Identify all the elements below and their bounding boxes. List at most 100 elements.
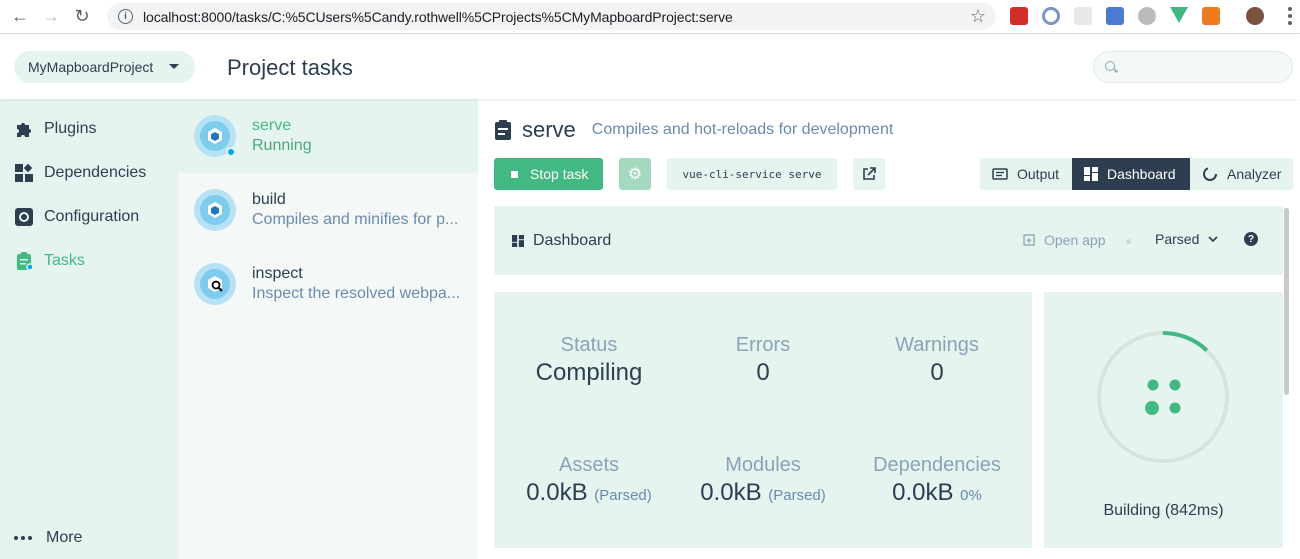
stop-task-button[interactable]: Stop task [494,158,603,190]
stat-label: Modules [725,454,801,476]
task-item-build[interactable]: build Compiles and minifies for p... [178,173,478,247]
stat-label: Warnings [895,334,979,356]
task-description: Compiles and minifies for p... [252,211,459,228]
separator-dot [1126,239,1131,244]
site-info-icon[interactable]: i [118,9,133,24]
vertical-scrollbar[interactable] [1284,208,1289,395]
tab-dashboard[interactable]: Dashboard [1072,158,1190,190]
open-app-button[interactable]: Open app [1023,232,1106,248]
sidebar-item-label: Plugins [44,120,97,137]
sidebar-item-label: Dependencies [44,164,147,181]
project-selector[interactable]: MyMapboardProject [14,51,195,83]
more-dots-icon [14,536,32,540]
output-icon [992,168,1008,180]
page-title: Project tasks [227,55,353,80]
task-header: serve Compiles and hot-reloads for devel… [494,117,893,143]
app-header: MyMapboardProject Project tasks [0,35,1300,99]
stat-assets: Assets 0.0kB (Parsed) [499,454,679,507]
dashboard-title: Dashboard [512,232,611,250]
puzzle-icon [14,119,34,139]
task-name: serve [252,117,292,134]
extension-note-icon[interactable] [1074,7,1092,25]
address-bar[interactable]: i localhost:8000/tasks/C:%5CUsers%5Candy… [107,3,996,30]
tab-label: Output [1017,166,1060,182]
bookmark-star-icon[interactable]: ☆ [970,6,986,27]
open-in-new-icon [863,167,876,180]
stat-dependencies: Dependencies 0.0kB 0% [847,454,1027,507]
open-external-button[interactable] [853,158,885,190]
stat-label: Dependencies [873,454,1001,476]
view-tabs: Output Dashboard Analyzer [980,158,1293,190]
task-name: build [252,191,286,208]
stat-size-mode: (Parsed) [768,487,826,504]
gear-icon: ⚙ [627,166,643,183]
build-progress-panel: Building (842ms) [1044,292,1283,548]
settings-icon [14,207,34,227]
clipboard-icon [14,251,34,271]
loading-dot [1145,401,1159,415]
extension-vue-devtools-icon[interactable] [1170,7,1188,23]
sidebar-item-configuration[interactable]: Configuration [0,195,178,239]
task-details: serve Compiles and hot-reloads for devel… [478,99,1300,559]
loading-dot [1169,379,1181,391]
stat-label: Assets [558,454,620,476]
sidebar: Plugins Dependencies Configuration Tasks… [0,99,178,559]
loading-dot [1147,379,1159,391]
sidebar-more[interactable]: More [14,529,82,547]
stat-errors: Errors 0 [673,334,853,387]
open-in-browser-icon [1023,234,1035,246]
reload-icon[interactable]: ↻ [71,6,93,28]
stat-size-mode: (Parsed) [594,487,652,504]
sidebar-item-plugins[interactable]: Plugins [0,107,178,151]
search-input[interactable] [1093,51,1293,83]
task-list: serve Running build Compiles and minifie… [178,99,478,559]
stat-modules: Modules 0.0kB (Parsed) [673,454,853,507]
tab-analyzer[interactable]: Analyzer [1190,158,1293,190]
stat-value: 0.0kB (Parsed) [673,479,853,507]
sidebar-item-dependencies[interactable]: Dependencies [0,151,178,195]
task-command: vue-cli-service serve [667,158,837,190]
browser-toolbar: ← → ↻ i localhost:8000/tasks/C:%5CUsers%… [0,0,1300,34]
stat-value: 0.0kB (Parsed) [499,479,679,507]
stat-value: 0 [930,359,944,386]
stat-size: 0.0kB [700,479,762,506]
stat-label: Status [560,334,618,356]
running-status-dot [226,147,236,157]
progress-ring [1097,331,1229,463]
extension-blue-icon[interactable] [1106,7,1124,25]
extension-opera-icon[interactable] [1042,7,1060,25]
tab-output[interactable]: Output [980,158,1072,190]
forward-icon[interactable]: → [40,6,62,28]
project-name: MyMapboardProject [28,59,154,75]
analyzer-icon [1202,166,1218,182]
chevron-down-icon [1208,236,1218,243]
progress-label: Building (842ms) [1103,502,1224,519]
task-item-inspect[interactable]: inspect Inspect the resolved webpa... [178,247,478,321]
task-item-serve[interactable]: serve Running [178,99,478,173]
task-description: Running [252,137,312,154]
dashboard-title-text: Dashboard [533,232,612,249]
size-mode-select[interactable]: Parsed [1155,231,1218,247]
extension-circle-icon[interactable] [1138,7,1156,25]
extension-off-icon[interactable] [1202,7,1220,25]
size-mode-value: Parsed [1155,231,1200,247]
task-settings-button[interactable]: ⚙ [619,158,651,190]
extension-lastpass-icon[interactable] [1010,7,1028,25]
chevron-down-icon [169,64,179,69]
open-app-label: Open app [1044,232,1106,248]
sidebar-item-label: Configuration [44,208,140,225]
webpack-inspect-icon [194,263,236,305]
tab-label: Analyzer [1227,166,1282,182]
stat-size: 0.0kB [892,479,954,506]
browser-menu-icon[interactable] [1288,7,1292,25]
help-icon[interactable]: ? [1244,232,1258,246]
back-icon[interactable]: ← [9,6,31,28]
task-name: inspect [252,265,303,282]
sidebar-item-label: Tasks [44,252,85,269]
task-title: serve [522,117,576,142]
profile-avatar[interactable] [1246,7,1264,25]
webpack-icon [194,189,236,231]
sidebar-item-tasks[interactable]: Tasks [0,239,178,283]
dashboard-icon [512,235,524,247]
clipboard-icon [495,120,511,140]
